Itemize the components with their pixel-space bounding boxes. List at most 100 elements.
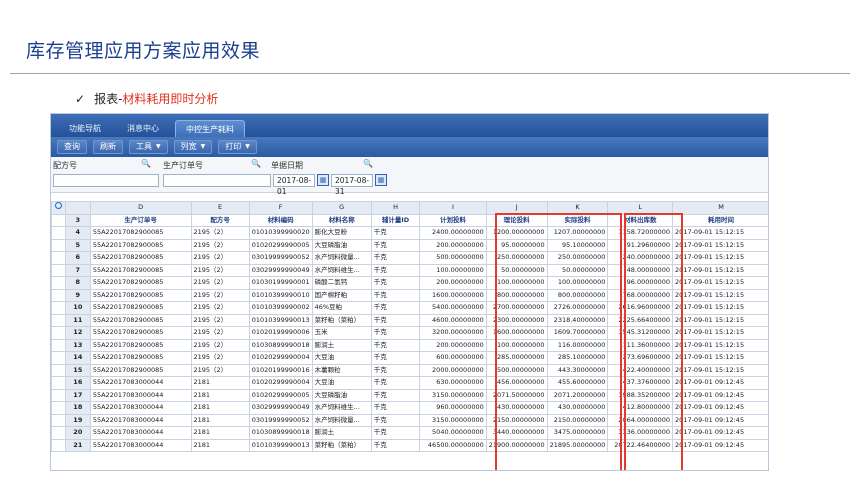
table-cell[interactable]: 1207.00000000 bbox=[546, 226, 609, 240]
table-cell[interactable]: 50.00000000 bbox=[546, 263, 609, 277]
table-cell[interactable]: 国产棉籽粕 bbox=[311, 288, 372, 302]
table-cell[interactable]: 55A22017083000044 bbox=[89, 401, 192, 415]
table-cell[interactable]: 21895.00000000 bbox=[546, 438, 609, 452]
table-row[interactable]: 16 55A22017083000044 2181 01020299990004 大豆油… bbox=[51, 376, 768, 390]
table-cell[interactable]: 600.00000000 bbox=[419, 351, 487, 365]
table-cell[interactable]: 1609.70000000 bbox=[546, 326, 609, 340]
table-cell[interactable]: 2318.40000000 bbox=[546, 313, 609, 327]
table-cell[interactable]: 1545.31200000 bbox=[607, 326, 674, 340]
table-cell[interactable]: 大豆磷脂油 bbox=[311, 388, 372, 402]
table-cell[interactable]: 2017-09-01 15:12:15 bbox=[672, 301, 768, 315]
table-cell[interactable]: 01010399990002 bbox=[248, 301, 313, 315]
table-cell[interactable]: 430.00000000 bbox=[485, 401, 548, 415]
table-cell[interactable]: 千克 bbox=[370, 401, 421, 415]
column-letter[interactable]: I bbox=[419, 201, 487, 215]
table-cell[interactable]: 2195（2） bbox=[190, 338, 250, 352]
column-letter[interactable]: F bbox=[248, 201, 313, 215]
table-cell[interactable]: 01010399990010 bbox=[248, 288, 313, 302]
table-cell[interactable]: 100.00000000 bbox=[419, 263, 487, 277]
select-all-icon[interactable] bbox=[54, 202, 62, 210]
table-cell[interactable]: 01020299990005 bbox=[248, 388, 313, 402]
table-cell[interactable]: 20722.46400000 bbox=[607, 438, 674, 452]
table-row[interactable]: 13 55A22017082900085 2195（2） 01030899990018… bbox=[51, 338, 768, 352]
table-cell[interactable]: 800.00000000 bbox=[546, 288, 609, 302]
table-cell[interactable]: 千克 bbox=[370, 426, 421, 440]
table-cell[interactable]: 千克 bbox=[370, 438, 421, 452]
table-cell[interactable]: 2181 bbox=[190, 388, 250, 402]
column-letter[interactable]: L bbox=[607, 201, 674, 215]
table-cell[interactable]: 100.00000000 bbox=[485, 276, 548, 290]
table-cell[interactable]: 03029999990049 bbox=[248, 401, 313, 415]
table-cell[interactable]: 01020199990016 bbox=[248, 363, 313, 377]
table-cell[interactable]: 2017-09-01 09:12:45 bbox=[672, 413, 768, 427]
table-cell[interactable]: 3200.00000000 bbox=[419, 326, 487, 340]
table-cell[interactable]: 768.00000000 bbox=[607, 288, 674, 302]
print-menu-button[interactable]: 打印 ▼ bbox=[218, 140, 257, 154]
row-number[interactable]: 17 bbox=[64, 388, 91, 402]
table-cell[interactable]: 2017-09-01 15:12:15 bbox=[672, 363, 768, 377]
table-cell[interactable]: 03019999990052 bbox=[248, 251, 313, 265]
search-icon[interactable]: 🔍 bbox=[141, 159, 151, 168]
column-letter[interactable]: H bbox=[370, 201, 421, 215]
table-cell[interactable]: 01030899990018 bbox=[248, 338, 313, 352]
table-cell[interactable]: 2195（2） bbox=[190, 351, 250, 365]
table-cell[interactable]: 2150.00000000 bbox=[546, 413, 609, 427]
table-cell[interactable]: 200.00000000 bbox=[419, 276, 487, 290]
table-cell[interactable]: 2195（2） bbox=[190, 238, 250, 252]
table-cell[interactable]: 2017-09-01 15:12:15 bbox=[672, 251, 768, 265]
table-cell[interactable]: 55A22017083000044 bbox=[89, 376, 192, 390]
row-number[interactable]: 4 bbox=[64, 226, 91, 240]
table-cell[interactable]: 455.60000000 bbox=[546, 376, 609, 390]
table-cell[interactable]: 2726.00000000 bbox=[546, 301, 609, 315]
row-number[interactable]: 11 bbox=[64, 313, 91, 327]
table-cell[interactable]: 千克 bbox=[370, 226, 421, 240]
table-cell[interactable]: 2181 bbox=[190, 426, 250, 440]
date-to-input[interactable]: 2017-08-31 bbox=[331, 174, 373, 196]
table-cell[interactable]: 800.00000000 bbox=[485, 288, 548, 302]
table-cell[interactable]: 100.00000000 bbox=[485, 338, 548, 352]
table-cell[interactable]: 1988.35200000 bbox=[607, 388, 674, 402]
table-cell[interactable]: 55A22017082900085 bbox=[89, 363, 192, 377]
column-letter[interactable]: M bbox=[672, 201, 768, 215]
row-number[interactable]: 14 bbox=[64, 351, 91, 365]
row-number[interactable]: 16 bbox=[64, 376, 91, 390]
table-cell[interactable]: 437.37600000 bbox=[607, 376, 674, 390]
table-cell[interactable]: 菜籽粕（菜粕） bbox=[311, 313, 372, 327]
table-row[interactable]: 21 55A22017083000044 2181 01010399990013 菜籽粕… bbox=[51, 438, 768, 452]
order-input[interactable] bbox=[163, 174, 271, 187]
table-cell[interactable]: 285.00000000 bbox=[485, 351, 548, 365]
table-cell[interactable]: 水产饲料微量... bbox=[311, 413, 372, 427]
table-cell[interactable]: 01020199990006 bbox=[248, 326, 313, 340]
table-cell[interactable]: 95.10000000 bbox=[546, 238, 609, 252]
table-cell[interactable]: 01010399990013 bbox=[248, 313, 313, 327]
table-cell[interactable]: 2017-09-01 15:12:15 bbox=[672, 326, 768, 340]
table-cell[interactable]: 2071.20000000 bbox=[546, 388, 609, 402]
column-letter[interactable]: D bbox=[89, 201, 192, 215]
table-cell[interactable]: 200.00000000 bbox=[419, 338, 487, 352]
table-cell[interactable]: 960.00000000 bbox=[419, 401, 487, 415]
table-cell[interactable]: 443.30000000 bbox=[546, 363, 609, 377]
row-number[interactable]: 21 bbox=[64, 438, 91, 452]
table-cell[interactable]: 千克 bbox=[370, 363, 421, 377]
table-cell[interactable]: 2064.00000000 bbox=[607, 413, 674, 427]
table-cell[interactable]: 430.00000000 bbox=[546, 401, 609, 415]
table-cell[interactable]: 2017-09-01 15:12:15 bbox=[672, 276, 768, 290]
table-cell[interactable]: 1600.00000000 bbox=[485, 326, 548, 340]
table-row[interactable]: 7 55A22017082900085 2195（2） 03029999990049 水… bbox=[51, 263, 768, 277]
table-cell[interactable]: 千克 bbox=[370, 313, 421, 327]
table-cell[interactable]: 422.40000000 bbox=[607, 363, 674, 377]
table-cell[interactable]: 2195（2） bbox=[190, 363, 250, 377]
table-cell[interactable]: 2017-09-01 15:12:15 bbox=[672, 288, 768, 302]
table-row[interactable]: 9 55A22017082900085 2195（2） 01010399990010 国… bbox=[51, 288, 768, 302]
grid-corner[interactable] bbox=[51, 201, 66, 215]
table-cell[interactable]: 2017-09-01 15:12:15 bbox=[672, 313, 768, 327]
table-cell[interactable]: 500.00000000 bbox=[485, 363, 548, 377]
query-button[interactable]: 查询 bbox=[57, 140, 87, 154]
table-cell[interactable]: 2195（2） bbox=[190, 263, 250, 277]
table-row[interactable]: 4 55A22017082900085 2195（2） 01010399990020 膨… bbox=[51, 226, 768, 240]
table-cell[interactable]: 01030199990001 bbox=[248, 276, 313, 290]
table-cell[interactable]: 3475.00000000 bbox=[546, 426, 609, 440]
table-cell[interactable]: 500.00000000 bbox=[419, 251, 487, 265]
table-cell[interactable]: 55A22017082900085 bbox=[89, 251, 192, 265]
table-cell[interactable]: 01030899990018 bbox=[248, 426, 313, 440]
